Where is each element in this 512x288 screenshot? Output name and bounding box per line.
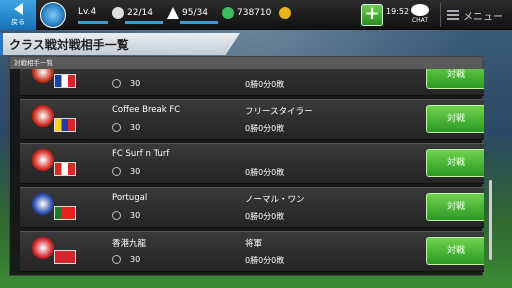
menu-icon [447, 10, 459, 20]
top-bar: 戻る Lv.4 22/14 95/34 738710 + 19:52 CHAT … [0, 0, 512, 30]
team-crest-icon [32, 193, 54, 215]
add-currency-button[interactable]: + [361, 4, 383, 26]
money-text: 738710 [237, 8, 272, 18]
stamina-display: 95/34 [167, 7, 208, 19]
challenge-button[interactable]: 対戦 [426, 149, 484, 177]
club-logo [40, 2, 66, 28]
chat-button[interactable]: CHAT [405, 2, 435, 28]
challenge-button[interactable]: 対戦 [426, 105, 484, 133]
opponent-row[interactable]: 香港九龍 将軍 30 0勝0分0敗 対戦 [20, 231, 484, 272]
opponent-list-panel: 対戦相手一覧 30 0勝0分0敗 対戦 Coffee Break FC フリース… [9, 56, 484, 277]
back-button[interactable]: 戻る [0, 0, 36, 30]
menu-button[interactable]: メニュー [440, 3, 512, 27]
coin-icon [279, 7, 291, 19]
page-title: クラス戦対戦相手一覧 [9, 38, 129, 52]
team-level: 30 [130, 123, 141, 132]
money-display: 738710 [222, 7, 271, 19]
team-name: FC Surf n Turf [112, 149, 170, 159]
chat-icon [411, 4, 429, 16]
team-crest-icon [32, 237, 54, 259]
exp-bar [78, 21, 108, 24]
challenge-button[interactable]: 対戦 [426, 193, 484, 221]
team-crest-icon [32, 149, 54, 171]
team-record: 0勝0分0敗 [245, 256, 285, 265]
team-level: 30 [130, 255, 141, 264]
flag-icon [54, 162, 76, 176]
level-icon [112, 167, 121, 176]
flag-icon [54, 74, 76, 88]
team-name: Coffee Break FC [112, 105, 181, 115]
stamina-bar [180, 21, 218, 24]
team-record: 0勝0分0敗 [245, 212, 285, 221]
title-accent [0, 33, 3, 55]
team-style: ノーマル・ワン [245, 195, 305, 205]
team-record: 0勝0分0敗 [245, 124, 285, 133]
team-style: 将軍 [245, 239, 263, 249]
level-icon [112, 79, 121, 88]
opponent-row[interactable]: 30 0勝0分0敗 対戦 [20, 69, 484, 96]
team-record: 0勝0分0敗 [245, 80, 285, 89]
team-record: 0勝0分0敗 [245, 168, 285, 177]
opponent-row[interactable]: Coffee Break FC フリースタイラー 30 0勝0分0敗 対戦 [20, 99, 484, 140]
menu-label: メニュー [463, 11, 503, 23]
level-icon [112, 123, 121, 132]
team-level: 30 [130, 167, 141, 176]
flag-icon [54, 118, 76, 132]
title-bar: クラス戦対戦相手一覧 [0, 33, 240, 55]
opponent-row[interactable]: Portugal ノーマル・ワン 30 0勝0分0敗 対戦 [20, 187, 484, 228]
cone-icon [167, 7, 179, 19]
level-text: Lv.4 [78, 7, 97, 17]
matches-display: 22/14 [112, 7, 153, 19]
level-icon [112, 211, 121, 220]
opponent-list[interactable]: 30 0勝0分0敗 対戦 Coffee Break FC フリースタイラー 30… [10, 69, 484, 277]
chat-label: CHAT [411, 17, 428, 24]
back-label: 戻る [11, 18, 25, 26]
team-crest-icon [32, 105, 54, 127]
challenge-button[interactable]: 対戦 [426, 69, 484, 89]
money-icon [222, 7, 234, 19]
team-name: Portugal [112, 193, 148, 203]
team-crest-icon [32, 69, 54, 83]
matches-bar [125, 21, 163, 24]
stamina-text: 95/34 [182, 8, 208, 18]
flag-icon [54, 250, 76, 264]
level-icon [112, 255, 121, 264]
back-arrow-icon [13, 3, 23, 15]
team-level: 30 [130, 211, 141, 220]
level-display: Lv.4 [78, 7, 96, 17]
team-level: 30 [130, 79, 141, 88]
team-style: フリースタイラー [245, 107, 313, 117]
flag-icon [54, 206, 76, 220]
challenge-button[interactable]: 対戦 [426, 237, 484, 265]
opponent-row[interactable]: FC Surf n Turf 30 0勝0分0敗 対戦 [20, 143, 484, 184]
list-scrollbar[interactable] [489, 180, 492, 260]
ball-icon [112, 7, 124, 19]
matches-text: 22/14 [127, 8, 153, 18]
team-name: 香港九龍 [112, 239, 147, 249]
panel-header: 対戦相手一覧 [10, 57, 482, 69]
